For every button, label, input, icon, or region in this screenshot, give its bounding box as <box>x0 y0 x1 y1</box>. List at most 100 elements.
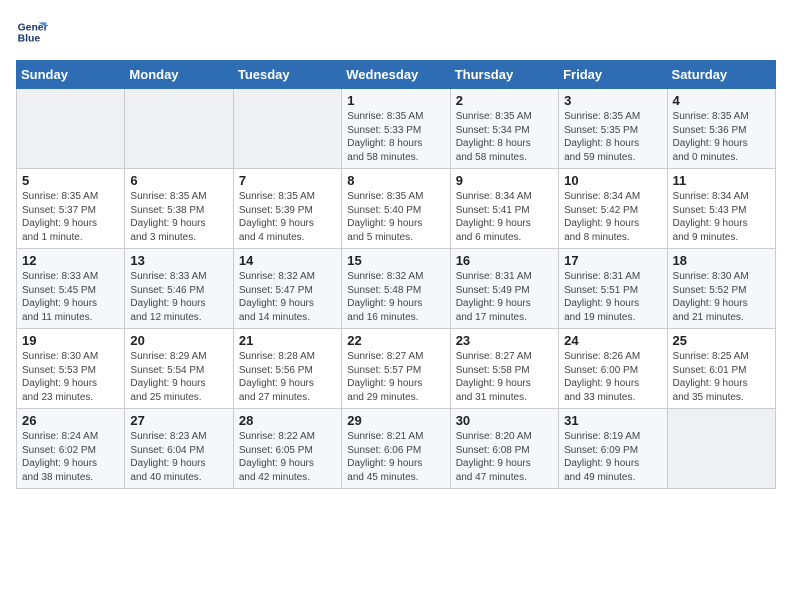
week-row-2: 5 Sunrise: 8:35 AM Sunset: 5:37 PM Daylig… <box>17 169 776 249</box>
header: General Blue <box>16 16 776 48</box>
logo: General Blue <box>16 16 52 48</box>
day-info: Sunrise: 8:30 AM Sunset: 5:53 PM Dayligh… <box>22 350 119 404</box>
day-info: Sunrise: 8:31 AM Sunset: 5:51 PM Dayligh… <box>564 270 661 324</box>
day-info: Sunrise: 8:27 AM Sunset: 5:57 PM Dayligh… <box>347 350 444 404</box>
week-row-3: 12 Sunrise: 8:33 AM Sunset: 5:45 PM Dayli… <box>17 249 776 329</box>
day-number: 24 <box>564 333 661 348</box>
day-cell: 21 Sunrise: 8:28 AM Sunset: 5:56 PM Dayli… <box>233 329 341 409</box>
day-number: 14 <box>239 253 336 268</box>
day-cell: 4 Sunrise: 8:35 AM Sunset: 5:36 PM Daylig… <box>667 89 775 169</box>
day-header-friday: Friday <box>559 61 667 89</box>
day-cell: 24Sunrise: 8:26 AM Sunset: 6:00 PM Dayli… <box>559 329 667 409</box>
day-cell <box>17 89 125 169</box>
day-cell <box>667 409 775 489</box>
day-info: Sunrise: 8:35 AM Sunset: 5:36 PM Dayligh… <box>673 110 770 164</box>
day-cell: 19 Sunrise: 8:30 AM Sunset: 5:53 PM Dayli… <box>17 329 125 409</box>
day-number: 13 <box>130 253 227 268</box>
day-number: 12 <box>22 253 119 268</box>
day-number: 5 <box>22 173 119 188</box>
day-cell <box>125 89 233 169</box>
day-cell: 30 Sunrise: 8:20 AM Sunset: 6:08 PM Dayli… <box>450 409 558 489</box>
day-cell: 12 Sunrise: 8:33 AM Sunset: 5:45 PM Dayli… <box>17 249 125 329</box>
day-header-wednesday: Wednesday <box>342 61 450 89</box>
day-cell: 10Sunrise: 8:34 AM Sunset: 5:42 PM Dayli… <box>559 169 667 249</box>
day-number: 27 <box>130 413 227 428</box>
day-info: Sunrise: 8:24 AM Sunset: 6:02 PM Dayligh… <box>22 430 119 484</box>
day-info: Sunrise: 8:35 AM Sunset: 5:34 PM Dayligh… <box>456 110 553 164</box>
day-info: Sunrise: 8:29 AM Sunset: 5:54 PM Dayligh… <box>130 350 227 404</box>
day-number: 9 <box>456 173 553 188</box>
day-cell: 15Sunrise: 8:32 AM Sunset: 5:48 PM Dayli… <box>342 249 450 329</box>
day-number: 6 <box>130 173 227 188</box>
day-number: 19 <box>22 333 119 348</box>
day-cell: 5 Sunrise: 8:35 AM Sunset: 5:37 PM Daylig… <box>17 169 125 249</box>
day-info: Sunrise: 8:32 AM Sunset: 5:48 PM Dayligh… <box>347 270 444 324</box>
day-cell: 26 Sunrise: 8:24 AM Sunset: 6:02 PM Dayli… <box>17 409 125 489</box>
day-header-tuesday: Tuesday <box>233 61 341 89</box>
day-cell: 18Sunrise: 8:30 AM Sunset: 5:52 PM Dayli… <box>667 249 775 329</box>
day-number: 28 <box>239 413 336 428</box>
day-number: 21 <box>239 333 336 348</box>
day-header-thursday: Thursday <box>450 61 558 89</box>
week-row-1: 1 Sunrise: 8:35 AM Sunset: 5:33 PM Daylig… <box>17 89 776 169</box>
day-header-monday: Monday <box>125 61 233 89</box>
day-cell: 22 Sunrise: 8:27 AM Sunset: 5:57 PM Dayli… <box>342 329 450 409</box>
day-number: 31 <box>564 413 661 428</box>
day-info: Sunrise: 8:35 AM Sunset: 5:39 PM Dayligh… <box>239 190 336 244</box>
days-header-row: SundayMondayTuesdayWednesdayThursdayFrid… <box>17 61 776 89</box>
day-number: 30 <box>456 413 553 428</box>
day-cell: 28 Sunrise: 8:22 AM Sunset: 6:05 PM Dayli… <box>233 409 341 489</box>
day-info: Sunrise: 8:35 AM Sunset: 5:37 PM Dayligh… <box>22 190 119 244</box>
day-number: 16 <box>456 253 553 268</box>
day-cell: 2 Sunrise: 8:35 AM Sunset: 5:34 PM Daylig… <box>450 89 558 169</box>
day-info: Sunrise: 8:35 AM Sunset: 5:33 PM Dayligh… <box>347 110 444 164</box>
day-info: Sunrise: 8:27 AM Sunset: 5:58 PM Dayligh… <box>456 350 553 404</box>
day-cell: 11 Sunrise: 8:34 AM Sunset: 5:43 PM Dayli… <box>667 169 775 249</box>
day-info: Sunrise: 8:35 AM Sunset: 5:35 PM Dayligh… <box>564 110 661 164</box>
day-info: Sunrise: 8:34 AM Sunset: 5:43 PM Dayligh… <box>673 190 770 244</box>
day-cell <box>233 89 341 169</box>
day-cell: 20Sunrise: 8:29 AM Sunset: 5:54 PM Dayli… <box>125 329 233 409</box>
day-info: Sunrise: 8:35 AM Sunset: 5:40 PM Dayligh… <box>347 190 444 244</box>
day-cell: 8 Sunrise: 8:35 AM Sunset: 5:40 PM Daylig… <box>342 169 450 249</box>
day-cell: 6 Sunrise: 8:35 AM Sunset: 5:38 PM Daylig… <box>125 169 233 249</box>
day-info: Sunrise: 8:22 AM Sunset: 6:05 PM Dayligh… <box>239 430 336 484</box>
day-number: 29 <box>347 413 444 428</box>
day-cell: 9 Sunrise: 8:34 AM Sunset: 5:41 PM Daylig… <box>450 169 558 249</box>
day-cell: 13 Sunrise: 8:33 AM Sunset: 5:46 PM Dayli… <box>125 249 233 329</box>
day-info: Sunrise: 8:21 AM Sunset: 6:06 PM Dayligh… <box>347 430 444 484</box>
day-info: Sunrise: 8:20 AM Sunset: 6:08 PM Dayligh… <box>456 430 553 484</box>
day-header-saturday: Saturday <box>667 61 775 89</box>
day-info: Sunrise: 8:31 AM Sunset: 5:49 PM Dayligh… <box>456 270 553 324</box>
day-cell: 16 Sunrise: 8:31 AM Sunset: 5:49 PM Dayli… <box>450 249 558 329</box>
day-number: 23 <box>456 333 553 348</box>
day-number: 17 <box>564 253 661 268</box>
day-number: 11 <box>673 173 770 188</box>
day-info: Sunrise: 8:34 AM Sunset: 5:41 PM Dayligh… <box>456 190 553 244</box>
day-info: Sunrise: 8:28 AM Sunset: 5:56 PM Dayligh… <box>239 350 336 404</box>
day-info: Sunrise: 8:33 AM Sunset: 5:45 PM Dayligh… <box>22 270 119 324</box>
day-info: Sunrise: 8:34 AM Sunset: 5:42 PM Dayligh… <box>564 190 661 244</box>
svg-text:Blue: Blue <box>18 34 41 45</box>
week-row-4: 19 Sunrise: 8:30 AM Sunset: 5:53 PM Dayli… <box>17 329 776 409</box>
day-info: Sunrise: 8:32 AM Sunset: 5:47 PM Dayligh… <box>239 270 336 324</box>
day-number: 8 <box>347 173 444 188</box>
day-info: Sunrise: 8:25 AM Sunset: 6:01 PM Dayligh… <box>673 350 770 404</box>
day-number: 1 <box>347 93 444 108</box>
day-info: Sunrise: 8:33 AM Sunset: 5:46 PM Dayligh… <box>130 270 227 324</box>
day-number: 3 <box>564 93 661 108</box>
day-number: 26 <box>22 413 119 428</box>
day-cell: 17 Sunrise: 8:31 AM Sunset: 5:51 PM Dayli… <box>559 249 667 329</box>
day-info: Sunrise: 8:35 AM Sunset: 5:38 PM Dayligh… <box>130 190 227 244</box>
day-number: 4 <box>673 93 770 108</box>
day-cell: 31Sunrise: 8:19 AM Sunset: 6:09 PM Dayli… <box>559 409 667 489</box>
day-number: 25 <box>673 333 770 348</box>
day-number: 22 <box>347 333 444 348</box>
day-cell: 7Sunrise: 8:35 AM Sunset: 5:39 PM Daylig… <box>233 169 341 249</box>
day-number: 18 <box>673 253 770 268</box>
day-cell: 23 Sunrise: 8:27 AM Sunset: 5:58 PM Dayli… <box>450 329 558 409</box>
day-cell: 29 Sunrise: 8:21 AM Sunset: 6:06 PM Dayli… <box>342 409 450 489</box>
day-cell: 25 Sunrise: 8:25 AM Sunset: 6:01 PM Dayli… <box>667 329 775 409</box>
calendar-table: SundayMondayTuesdayWednesdayThursdayFrid… <box>16 60 776 489</box>
day-number: 2 <box>456 93 553 108</box>
